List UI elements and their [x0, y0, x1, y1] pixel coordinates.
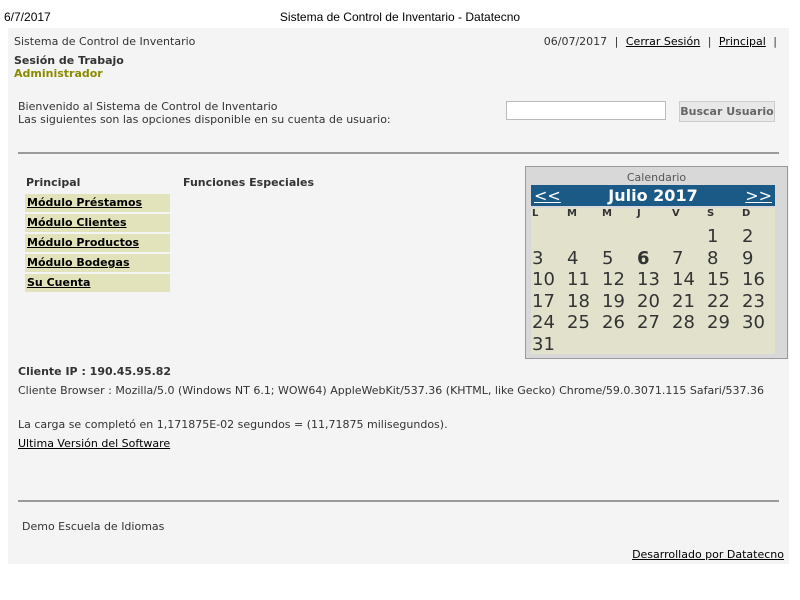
logout-link[interactable]: Cerrar Sesión: [626, 35, 700, 48]
calendar-day-today[interactable]: 6: [637, 248, 650, 269]
separator: |: [707, 35, 712, 48]
top-links: 06/07/2017 | Cerrar Sesión | Principal |: [542, 35, 779, 48]
menu-heading: Principal: [26, 176, 81, 189]
calendar-day[interactable]: 11: [567, 269, 590, 290]
menu-item-label[interactable]: Su Cuenta: [27, 276, 90, 289]
print-title: Sistema de Control de Inventario - Datat…: [279, 10, 521, 24]
welcome-line-2: Las siguientes son las opciones disponib…: [18, 113, 391, 126]
calendar-day[interactable]: 21: [672, 291, 695, 312]
calendar-day[interactable]: 3: [532, 248, 543, 269]
calendar-day[interactable]: 19: [602, 291, 625, 312]
calendar-day-header: D: [742, 208, 751, 219]
special-functions-heading: Funciones Especiales: [183, 176, 315, 189]
calendar-day[interactable]: 12: [602, 269, 625, 290]
menu-item-bodegas[interactable]: Módulo Bodegas: [25, 254, 170, 272]
calendar-day[interactable]: 30: [742, 312, 765, 333]
calendar-day[interactable]: 20: [637, 291, 660, 312]
calendar-day[interactable]: 26: [602, 312, 625, 333]
session-user: Administrador: [14, 67, 103, 80]
calendar-day[interactable]: 28: [672, 312, 695, 333]
calendar-day[interactable]: 8: [707, 248, 718, 269]
menu-item-productos[interactable]: Módulo Productos: [25, 234, 170, 252]
calendar-grid: L M M J V S D 1 2 3 4 5 6 7 8 9 10 11 12 13 14 15 16 17 18 19 20 21…: [531, 208, 775, 355]
menu-item-cuenta[interactable]: Su Cuenta: [25, 274, 170, 292]
search-user-button[interactable]: Buscar Usuario: [679, 101, 775, 122]
client-browser: Cliente Browser : Mozilla/5.0 (Windows N…: [18, 384, 765, 397]
calendar-month: Julio 2017: [608, 186, 698, 205]
calendar-day[interactable]: 15: [707, 269, 730, 290]
calendar-day[interactable]: 23: [742, 291, 765, 312]
menu-item-label[interactable]: Módulo Préstamos: [27, 196, 142, 209]
calendar-next-link[interactable]: >>: [745, 185, 772, 206]
calendar-day[interactable]: 5: [602, 248, 613, 269]
calendar-day[interactable]: 27: [637, 312, 660, 333]
menu-item-prestamos[interactable]: Módulo Préstamos: [25, 194, 170, 212]
calendar-day[interactable]: 4: [567, 248, 578, 269]
calendar-day[interactable]: 31: [532, 334, 555, 355]
menu-item-label[interactable]: Módulo Clientes: [27, 216, 127, 229]
calendar: Calendario Julio 2017 << >> LMMJVSD12345…: [525, 166, 788, 359]
calendar-day-header: V: [672, 208, 680, 219]
menu-item-clientes[interactable]: Módulo Clientes: [25, 214, 170, 232]
load-time: La carga se completó en 1,171875E-02 seg…: [18, 418, 448, 431]
main-menu: Módulo Préstamos Módulo Clientes Módulo …: [25, 194, 170, 294]
software-version-link[interactable]: Ultima Versión del Software: [18, 437, 170, 450]
calendar-day[interactable]: 9: [742, 248, 753, 269]
calendar-day[interactable]: 13: [637, 269, 660, 290]
calendar-day[interactable]: 1: [707, 226, 718, 247]
calendar-title: Calendario: [626, 171, 687, 184]
client-ip: Cliente IP : 190.45.95.82: [18, 365, 172, 378]
search-user-input[interactable]: [506, 101, 666, 120]
print-header: 6/7/2017 Sistema de Control de Inventari…: [0, 0, 800, 28]
calendar-day[interactable]: 10: [532, 269, 555, 290]
principal-link[interactable]: Principal: [719, 35, 766, 48]
current-date: 06/07/2017: [543, 35, 608, 48]
calendar-day-header: S: [707, 208, 715, 219]
separator: |: [614, 35, 619, 48]
welcome-line-1: Bienvenido al Sistema de Control de Inve…: [18, 100, 278, 113]
developer-link[interactable]: Desarrollado por Datatecno: [632, 548, 784, 561]
separator: |: [773, 35, 777, 48]
system-title: Sistema de Control de Inventario: [14, 35, 196, 48]
calendar-prev-link[interactable]: <<: [534, 185, 561, 206]
calendar-day[interactable]: 7: [672, 248, 683, 269]
calendar-day[interactable]: 22: [707, 291, 730, 312]
calendar-day[interactable]: 25: [567, 312, 590, 333]
calendar-day[interactable]: 18: [567, 291, 590, 312]
calendar-day[interactable]: 29: [707, 312, 730, 333]
school-name: Demo Escuela de Idiomas: [22, 520, 165, 533]
calendar-nav-bar: Julio 2017 << >>: [531, 185, 775, 206]
calendar-day[interactable]: 16: [742, 269, 765, 290]
calendar-day-header: M: [567, 208, 577, 219]
calendar-day-header: J: [637, 208, 641, 219]
calendar-day[interactable]: 24: [532, 312, 555, 333]
calendar-day[interactable]: 14: [672, 269, 695, 290]
page-container: Sistema de Control de Inventario 06/07/2…: [8, 28, 789, 564]
menu-item-label[interactable]: Módulo Productos: [27, 236, 139, 249]
divider-bottom: [18, 500, 779, 502]
welcome-message: Bienvenido al Sistema de Control de Inve…: [18, 100, 398, 126]
session-label: Sesión de Trabajo: [14, 54, 124, 67]
calendar-day[interactable]: 17: [532, 291, 555, 312]
calendar-day-header: L: [532, 208, 539, 219]
divider-top: [18, 152, 779, 154]
menu-item-label[interactable]: Módulo Bodegas: [27, 256, 130, 269]
calendar-day[interactable]: 2: [742, 226, 753, 247]
calendar-day-header: M: [602, 208, 612, 219]
